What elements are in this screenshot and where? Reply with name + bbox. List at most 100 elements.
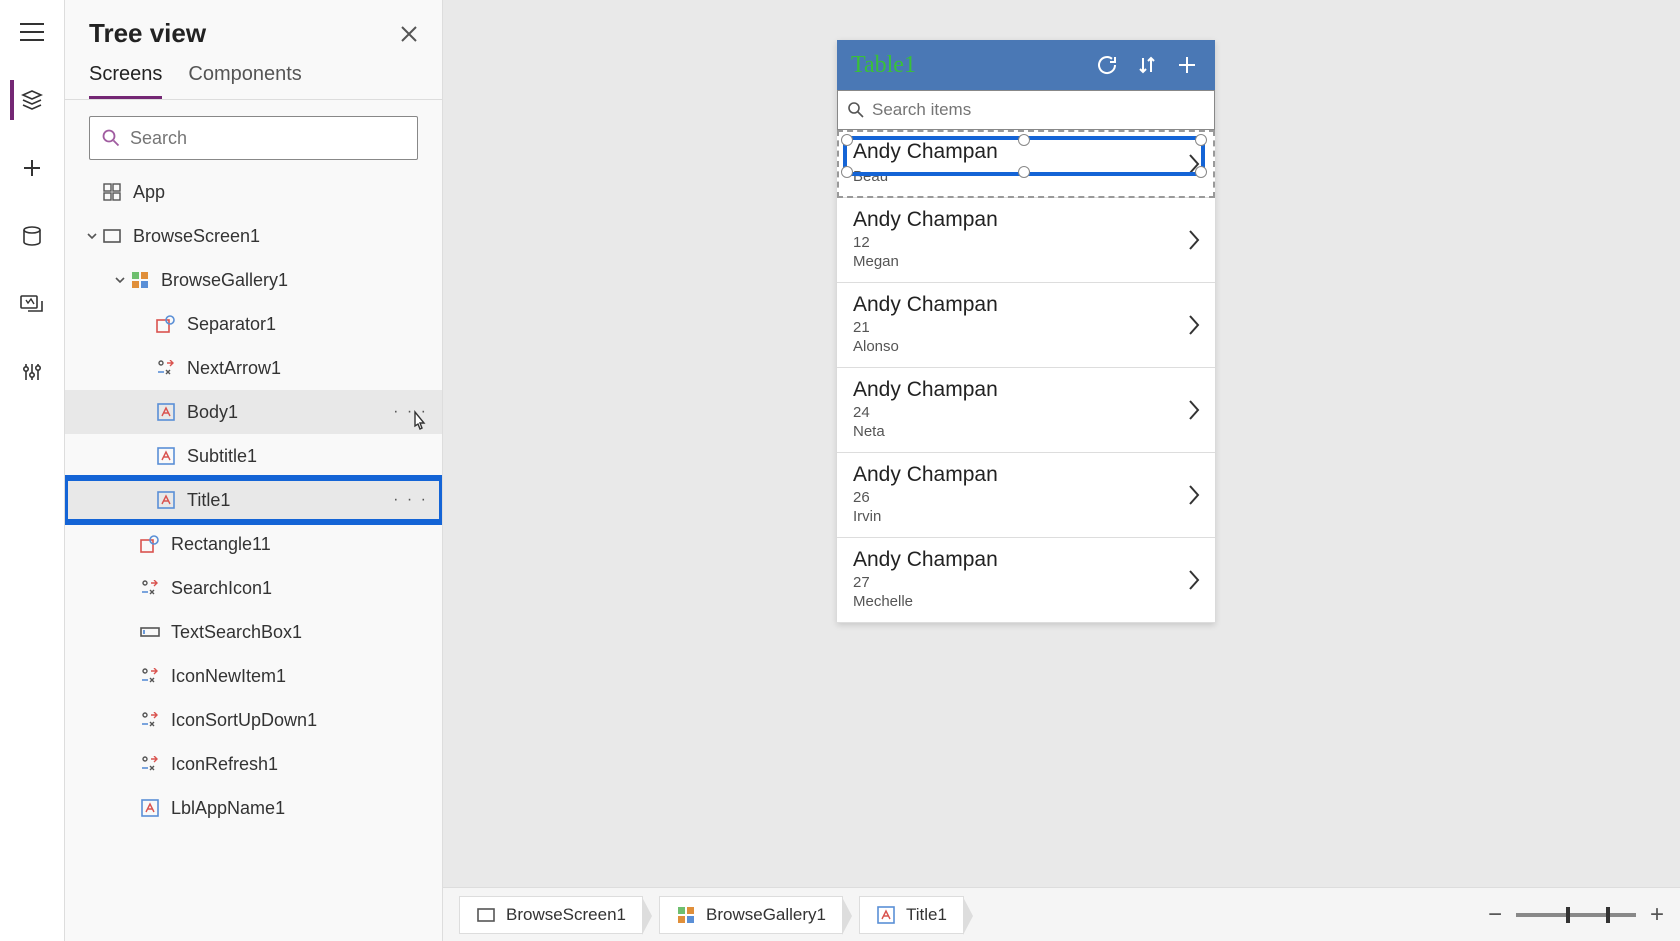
chevron-down-icon[interactable] <box>83 230 101 242</box>
icon-control-icon <box>139 753 161 775</box>
textinput-icon <box>139 621 161 643</box>
settings-advanced-rail-button[interactable] <box>12 352 52 392</box>
card-body: Mechelle <box>853 593 1199 610</box>
more-icon[interactable]: · · · <box>393 403 428 421</box>
zoom-in-button[interactable]: + <box>1650 901 1664 929</box>
search-icon <box>848 102 864 118</box>
canvas-area[interactable]: Table1 Andy Champan Beau Andy Cha <box>443 0 1680 887</box>
data-rail-button[interactable] <box>12 216 52 256</box>
breadcrumb-label: BrowseGallery1 <box>706 905 826 925</box>
tree-node-separator[interactable]: Separator1 <box>65 302 442 346</box>
sort-icon[interactable] <box>1133 51 1161 79</box>
tree-label: App <box>133 182 165 203</box>
gallery-item[interactable]: Andy Champan 12 Megan <box>837 198 1215 283</box>
tree-label: SearchIcon1 <box>171 578 272 599</box>
app-preview: Table1 Andy Champan Beau Andy Cha <box>837 40 1215 623</box>
card-body: Alonso <box>853 338 1199 355</box>
search-icon <box>102 129 120 147</box>
tree-node-app[interactable]: App <box>65 170 442 214</box>
chevron-right-icon[interactable] <box>1187 484 1201 506</box>
tree-node-iconsort[interactable]: IconSortUpDown1 <box>65 698 442 742</box>
card-title: Andy Champan <box>853 378 1199 402</box>
chevron-right-icon[interactable] <box>1187 229 1201 251</box>
preview-search-box[interactable] <box>837 90 1215 130</box>
icon-control-icon <box>139 665 161 687</box>
card-subtitle: 26 <box>853 489 1199 506</box>
panel-title: Tree view <box>89 18 206 49</box>
card-body: Megan <box>853 253 1199 270</box>
tree-label: IconSortUpDown1 <box>171 710 317 731</box>
tree-label: Subtitle1 <box>187 446 257 467</box>
chevron-right-icon[interactable] <box>1187 314 1201 336</box>
add-icon[interactable] <box>1173 51 1201 79</box>
tree-label: BrowseScreen1 <box>133 226 260 247</box>
breadcrumb-label: Title1 <box>906 905 947 925</box>
selection-outline[interactable] <box>843 136 1205 176</box>
screen-icon <box>101 225 123 247</box>
card-title: Andy Champan <box>853 208 1199 232</box>
tree-node-browsegallery[interactable]: BrowseGallery1 <box>65 258 442 302</box>
tab-components[interactable]: Components <box>188 63 301 99</box>
resize-handle[interactable] <box>1195 166 1207 178</box>
breadcrumb-label: BrowseScreen1 <box>506 905 626 925</box>
tree-search-box[interactable] <box>89 116 418 160</box>
tree-node-searchicon[interactable]: SearchIcon1 <box>65 566 442 610</box>
close-icon[interactable] <box>400 25 418 43</box>
refresh-icon[interactable] <box>1093 51 1121 79</box>
tree-search-input[interactable] <box>130 128 405 149</box>
tree-label: Title1 <box>187 490 230 511</box>
tree-label: BrowseGallery1 <box>161 270 288 291</box>
breadcrumb-screen[interactable]: BrowseScreen1 <box>459 896 643 934</box>
tree-node-browsescreen[interactable]: BrowseScreen1 <box>65 214 442 258</box>
chevron-right-icon[interactable] <box>1187 569 1201 591</box>
resize-handle[interactable] <box>841 134 853 146</box>
breadcrumb-control[interactable]: Title1 <box>859 896 964 934</box>
shape-icon <box>139 533 161 555</box>
gallery-item[interactable]: Andy Champan Beau <box>837 130 1215 198</box>
tree-node-iconnewitem[interactable]: IconNewItem1 <box>65 654 442 698</box>
tab-screens[interactable]: Screens <box>89 63 162 99</box>
tree-node-body[interactable]: Body1 · · · <box>65 390 442 434</box>
tree-scroll[interactable]: App BrowseScreen1 BrowseGallery1 Separat… <box>65 170 442 933</box>
tree-node-title[interactable]: Title1 · · · <box>65 478 442 522</box>
card-subtitle: 24 <box>853 404 1199 421</box>
left-rail <box>0 0 65 941</box>
tree-node-subtitle[interactable]: Subtitle1 <box>65 434 442 478</box>
tree-label: IconNewItem1 <box>171 666 286 687</box>
chevron-right-icon[interactable] <box>1187 399 1201 421</box>
card-subtitle: 27 <box>853 574 1199 591</box>
tree-node-nextarrow[interactable]: NextArrow1 <box>65 346 442 390</box>
gallery-item[interactable]: Andy Champan 26 Irvin <box>837 453 1215 538</box>
zoom-thumb[interactable] <box>1566 907 1570 923</box>
hamburger-icon[interactable] <box>12 12 52 52</box>
resize-handle[interactable] <box>841 166 853 178</box>
chevron-down-icon[interactable] <box>111 274 129 286</box>
card-body: Neta <box>853 423 1199 440</box>
gallery-item[interactable]: Andy Champan 21 Alonso <box>837 283 1215 368</box>
panel-tabs: Screens Components <box>65 53 442 100</box>
resize-handle[interactable] <box>1018 134 1030 146</box>
breadcrumb-bar: BrowseScreen1 BrowseGallery1 Title1 − + <box>443 887 1680 941</box>
tree-node-lblappname[interactable]: LblAppName1 <box>65 786 442 830</box>
card-title: Andy Champan <box>853 293 1199 317</box>
card-subtitle: 12 <box>853 234 1199 251</box>
breadcrumb-gallery[interactable]: BrowseGallery1 <box>659 896 843 934</box>
tree-node-textsearchbox[interactable]: TextSearchBox1 <box>65 610 442 654</box>
more-icon[interactable]: · · · <box>393 491 428 509</box>
preview-app-title: Table1 <box>851 52 1081 79</box>
screen-icon <box>476 905 496 925</box>
tree-label: IconRefresh1 <box>171 754 278 775</box>
resize-handle[interactable] <box>1018 166 1030 178</box>
tree-node-iconrefresh[interactable]: IconRefresh1 <box>65 742 442 786</box>
gallery-item[interactable]: Andy Champan 27 Mechelle <box>837 538 1215 623</box>
tree-view-rail-button[interactable] <box>10 80 50 120</box>
zoom-out-button[interactable]: − <box>1488 901 1502 929</box>
gallery-item[interactable]: Andy Champan 24 Neta <box>837 368 1215 453</box>
preview-search-input[interactable] <box>872 100 1204 120</box>
zoom-thumb[interactable] <box>1606 907 1610 923</box>
tree-node-rectangle[interactable]: Rectangle11 <box>65 522 442 566</box>
resize-handle[interactable] <box>1195 134 1207 146</box>
insert-rail-button[interactable] <box>12 148 52 188</box>
media-rail-button[interactable] <box>12 284 52 324</box>
zoom-slider[interactable] <box>1516 913 1636 917</box>
